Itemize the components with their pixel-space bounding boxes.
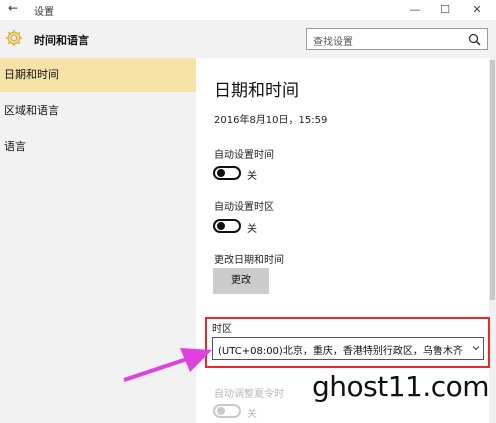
sidebar-item-speech[interactable]: 语言 xyxy=(0,130,196,164)
change-button[interactable]: 更改 xyxy=(213,268,269,294)
auto-timezone-toggle[interactable] xyxy=(213,219,241,233)
auto-time-label: 自动设置时间 xyxy=(214,150,274,161)
auto-timezone-label: 自动设置时区 xyxy=(214,202,274,213)
chevron-down-icon xyxy=(472,346,480,351)
timezone-value: (UTC+08:00)北京，重庆，香港特别行政区，乌鲁木齐 xyxy=(218,346,463,357)
window-title: 设置 xyxy=(34,7,54,18)
search-placeholder: 查找设置 xyxy=(313,37,353,48)
minimize-button[interactable]: — xyxy=(400,0,430,20)
current-datetime: 2016年8月10日，15:59 xyxy=(214,115,328,126)
scroll-thumb[interactable] xyxy=(490,60,495,300)
toggle-knob xyxy=(217,222,225,230)
page-header: 时间和语言 查找设置 xyxy=(0,20,496,58)
scrollbar[interactable] xyxy=(489,58,496,423)
section-title: 日期和时间 xyxy=(214,81,299,101)
sidebar-item-region-language[interactable]: 区域和语言 xyxy=(0,94,196,128)
watermark: ghost11.com xyxy=(312,370,490,403)
dst-label: 自动调整夏令时 xyxy=(214,389,284,400)
sidebar-item-date-time[interactable]: 日期和时间 xyxy=(0,58,196,92)
dst-toggle[interactable] xyxy=(213,404,241,418)
auto-timezone-state: 关 xyxy=(247,224,257,235)
search-input[interactable]: 查找设置 xyxy=(306,28,488,50)
timezone-label: 时区 xyxy=(212,324,232,335)
toggle-knob xyxy=(217,169,225,177)
search-icon[interactable] xyxy=(468,33,481,46)
maximize-button[interactable]: ☐ xyxy=(430,0,460,20)
toggle-knob xyxy=(217,407,225,415)
back-button[interactable]: ← xyxy=(8,1,18,15)
close-button[interactable]: ✕ xyxy=(462,0,492,20)
auto-time-state: 关 xyxy=(247,171,257,182)
change-datetime-label: 更改日期和时间 xyxy=(214,255,284,266)
timezone-select[interactable]: (UTC+08:00)北京，重庆，香港特别行政区，乌鲁木齐 xyxy=(212,337,484,360)
gear-icon xyxy=(6,30,22,46)
page-title: 时间和语言 xyxy=(34,34,89,47)
auto-time-toggle[interactable] xyxy=(213,166,241,180)
pointer-arrow-icon xyxy=(123,348,212,382)
title-bar: ← 设置 — ☐ ✕ xyxy=(0,0,496,20)
dst-state: 关 xyxy=(247,409,257,420)
